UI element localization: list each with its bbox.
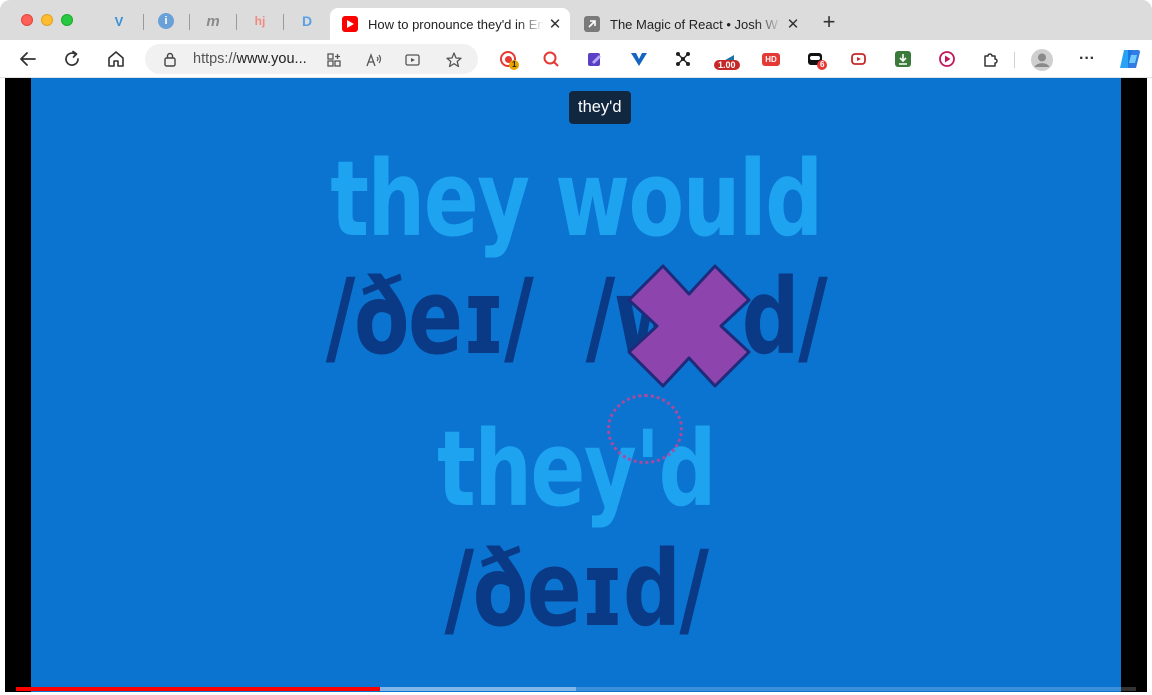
hd-ext-icon[interactable]: HD — [762, 50, 780, 68]
d-logo-icon: D — [301, 13, 313, 29]
tab-title: How to pronounce they'd in English — [368, 16, 544, 32]
copilot-icon — [1120, 50, 1140, 68]
tab-strip: V i m hj D How to pronounce they'd in En… — [0, 0, 1152, 40]
ipa-theyd: /ðeɪd/ — [444, 528, 710, 650]
tab-separator — [189, 14, 190, 30]
hj-logo-icon: hj — [254, 14, 266, 28]
close-tab-button[interactable]: ✕ — [544, 13, 566, 35]
url-host: www.you... — [236, 51, 307, 67]
phrase-theyd: they'd — [437, 408, 717, 530]
v-logo-icon: V — [114, 13, 124, 29]
puzzle-icon[interactable] — [982, 50, 1000, 68]
toolbar-divider — [1014, 52, 1015, 68]
cross-mark-icon — [627, 264, 751, 388]
note-ext-icon[interactable] — [586, 50, 604, 68]
pinned-tab-1[interactable]: V — [110, 12, 128, 30]
read-aloud-icon[interactable] — [365, 51, 383, 69]
record-ext-icon[interactable]: 1 — [499, 50, 520, 70]
tab-josh-comeau[interactable]: The Magic of React • Josh W Comeau ✕ — [572, 8, 808, 40]
mask-ext-icon[interactable]: 6 — [806, 50, 828, 70]
extension-badge: 6 — [817, 60, 828, 70]
contraction-highlight-ring — [607, 394, 683, 464]
v-ext-icon[interactable] — [630, 50, 648, 68]
search-ext-icon[interactable] — [542, 50, 560, 68]
home-icon — [108, 51, 124, 67]
extension-badge: 1.00 — [714, 60, 740, 70]
url-text[interactable]: https://www.you... — [193, 51, 307, 67]
pinned-tab-2[interactable]: i — [157, 12, 175, 30]
home-button[interactable] — [104, 47, 128, 71]
browser-window: V i m hj D How to pronounce they'd in En… — [0, 0, 1152, 695]
download-ext-icon[interactable] — [894, 50, 912, 68]
reload-button[interactable] — [60, 47, 84, 71]
pinned-tab-4[interactable]: hj — [251, 12, 269, 30]
url-protocol: https:// — [193, 51, 237, 67]
favorite-star-icon[interactable] — [445, 51, 463, 69]
video-player[interactable]: they'd they would /ðeɪ/ /w d/ they'd /ðeɪ… — [5, 78, 1147, 692]
avatar-icon — [1031, 49, 1053, 71]
reload-icon — [65, 50, 79, 66]
video-mode-icon[interactable] — [404, 51, 422, 69]
info-icon: i — [158, 13, 174, 29]
video-frame: they'd they would /ðeɪ/ /w d/ they'd /ðeɪ… — [31, 78, 1121, 692]
tab-youtube[interactable]: How to pronounce they'd in English ✕ — [330, 8, 570, 40]
back-arrow-icon — [20, 52, 36, 66]
tab-title: The Magic of React • Josh W Comeau — [610, 16, 782, 32]
tab-separator — [143, 14, 144, 30]
address-bar[interactable]: https://www.you... — [145, 44, 478, 74]
back-button[interactable] — [16, 47, 40, 71]
tab-separator — [283, 14, 284, 30]
more-menu-button[interactable]: ··· — [1078, 50, 1096, 68]
pinned-tab-5[interactable]: D — [298, 12, 316, 30]
profile-avatar[interactable] — [1031, 49, 1053, 71]
close-tab-button[interactable]: ✕ — [782, 13, 804, 35]
speed-ext-icon[interactable]: 1.00 — [714, 50, 740, 70]
copilot-button[interactable] — [1118, 48, 1142, 70]
arrow-icon — [584, 16, 600, 32]
video-caption: they'd — [569, 91, 631, 124]
tab-separator — [236, 14, 237, 30]
youtube-icon — [342, 16, 358, 32]
ipa-they: /ðeɪ/ — [325, 256, 534, 378]
phrase-they-would: they would — [330, 138, 823, 260]
close-window-button[interactable] — [21, 14, 33, 26]
maximize-window-button[interactable] — [61, 14, 73, 26]
lock-icon — [164, 52, 176, 67]
m-logo-icon: m — [206, 12, 220, 30]
toolbar: https://www.you... 1 1.00 HD 6 ··· — [0, 40, 1152, 78]
ipa-they-would: /ðeɪ/ /w d/ — [151, 256, 1001, 378]
video-ext-icon[interactable] — [850, 50, 868, 68]
extension-badge: 1 — [509, 60, 520, 70]
new-tab-button[interactable]: + — [818, 11, 840, 34]
apps-icon[interactable] — [325, 51, 343, 69]
ipa-would-end: d/ — [741, 256, 828, 378]
video-progress-bar[interactable] — [16, 687, 1136, 691]
pinned-tab-3[interactable]: m — [204, 12, 222, 30]
played-bar — [16, 687, 380, 691]
minimize-window-button[interactable] — [41, 14, 53, 26]
graph-ext-icon[interactable] — [674, 50, 692, 68]
hd-label: HD — [762, 52, 780, 66]
play-ext-icon[interactable] — [938, 50, 956, 68]
